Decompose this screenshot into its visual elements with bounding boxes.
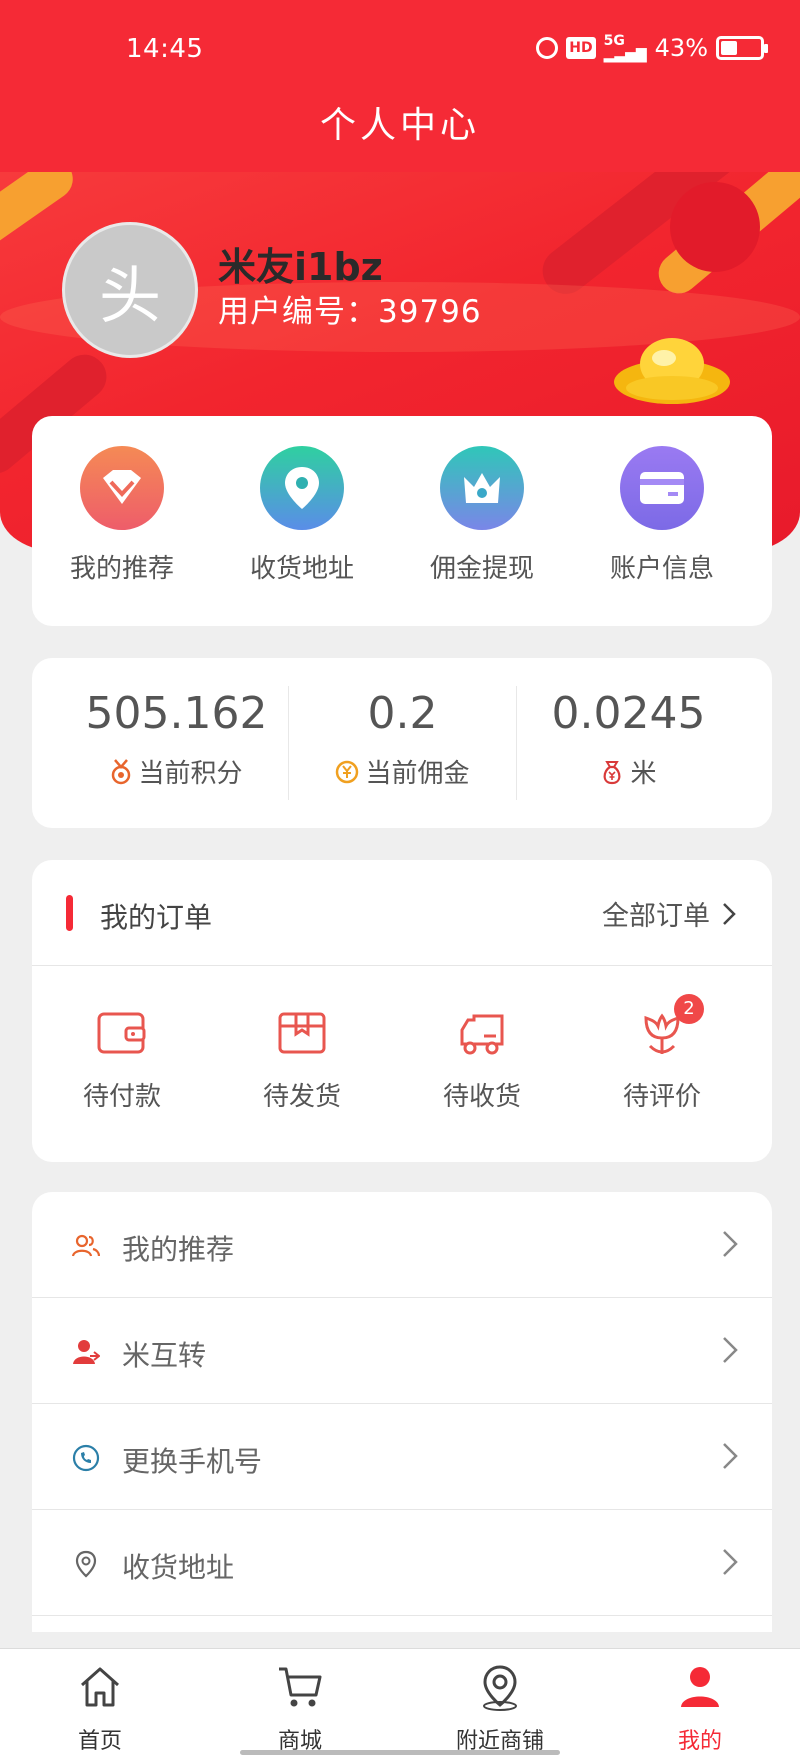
stat-value: 0.2: [367, 688, 438, 739]
menu-item-rice-transfer[interactable]: 米互转: [32, 1298, 772, 1404]
stats-card: 505.162 当前积分 0.2 当前佣金 0.0245 米: [32, 658, 772, 828]
menu-label: 收货地址: [122, 1551, 235, 1584]
package-icon: [276, 1010, 328, 1058]
banner-stripe: [0, 172, 81, 253]
divider: [288, 686, 289, 800]
battery-fill: [721, 41, 737, 55]
orders-card: 我的订单 全部订单 待付款 待发货 待收货 2 待评价: [32, 860, 772, 1162]
crown-icon: [440, 446, 524, 530]
chevron-right-icon: [723, 1231, 738, 1257]
chevron-right-icon: [723, 1337, 738, 1363]
menu-label: 更换手机号: [122, 1445, 263, 1478]
avatar[interactable]: 头: [62, 222, 198, 358]
quick-action-label: 佣金提现: [429, 554, 534, 584]
stat-label-row: 当前佣金: [290, 753, 515, 790]
menu-item-recommend[interactable]: 我的推荐: [32, 1192, 772, 1298]
money-bag-icon: [604, 760, 621, 784]
stat-value: 505.162: [85, 688, 268, 739]
menu-item-address[interactable]: 收货地址: [32, 1510, 772, 1616]
view-all-orders-link[interactable]: 全部订单: [602, 894, 736, 933]
home-indicator: [240, 1750, 560, 1755]
order-pending-payment[interactable]: 待付款: [32, 1010, 212, 1113]
tab-mall[interactable]: 商城: [200, 1663, 400, 1755]
gold-ingot-icon: [614, 338, 730, 404]
chevron-right-icon: [723, 902, 736, 925]
view-all-label: 全部订单: [602, 901, 710, 932]
order-label: 待收货: [442, 1082, 521, 1112]
section-accent-bar: [66, 895, 73, 931]
order-pending-shipment[interactable]: 待发货: [212, 1010, 392, 1113]
tab-mine[interactable]: 我的: [600, 1663, 800, 1755]
profile-icon: [681, 1667, 719, 1707]
bottom-tab-bar: 首页 商城 附近商铺 我的: [0, 1648, 800, 1760]
settings-menu: 我的推荐 米互转 更换手机号 收货地址: [32, 1192, 772, 1632]
user-name: 米友i1bz: [218, 245, 383, 289]
top-bar: 14:45 HD 5G ▂▃▅▇ 43% 个人中心: [0, 0, 800, 172]
wallet-icon: [96, 1010, 148, 1058]
card-icon: [620, 446, 704, 530]
page-title: 个人中心: [319, 105, 480, 146]
signal-icon: 5G ▂▃▅▇: [603, 33, 647, 63]
orders-title: 我的订单: [100, 901, 213, 934]
truck-icon: [456, 1010, 508, 1058]
stat-label: 米: [630, 759, 657, 789]
location-pin-icon: [260, 446, 344, 530]
order-label: 待付款: [82, 1082, 161, 1112]
cart-icon: [279, 1667, 322, 1707]
users-icon: [72, 1234, 100, 1257]
nearby-pin-icon: [483, 1665, 517, 1711]
phone-icon: [72, 1444, 100, 1472]
stat-value: 0.0245: [551, 688, 706, 739]
status-icons: HD 5G ▂▃▅▇ 43%: [536, 33, 768, 63]
quick-action-recommend[interactable]: 我的推荐: [32, 446, 212, 585]
flower-icon: 2: [636, 994, 704, 1058]
stat-rice[interactable]: 0.0245 米: [516, 658, 741, 828]
battery-icon: [716, 36, 768, 60]
network-type: 5G: [603, 33, 625, 49]
diamond-icon: [80, 446, 164, 530]
status-time: 14:45: [126, 34, 204, 64]
quick-action-label: 收货地址: [249, 554, 354, 584]
tab-nearby[interactable]: 附近商铺: [400, 1663, 600, 1755]
chevron-right-icon: [723, 1443, 738, 1469]
tab-label: 我的: [677, 1729, 722, 1754]
stat-label-row: 米: [516, 753, 741, 790]
yen-coin-icon: [336, 760, 359, 783]
user-id: 用户编号：39796: [218, 294, 482, 330]
quick-actions-card: 我的推荐 收货地址 佣金提现 账户信息: [32, 416, 772, 626]
avatar-text: 头: [98, 259, 161, 332]
quick-action-label: 账户信息: [609, 554, 714, 584]
stat-label: 当前佣金: [365, 759, 470, 789]
order-label: 待评价: [622, 1082, 701, 1112]
menu-item-change-phone[interactable]: 更换手机号: [32, 1404, 772, 1510]
stat-points[interactable]: 505.162 当前积分: [64, 658, 289, 828]
quick-action-account[interactable]: 账户信息: [572, 446, 752, 585]
alarm-icon: [536, 37, 559, 59]
hd-icon: HD: [566, 37, 596, 59]
home-icon: [81, 1667, 119, 1707]
orders-header: 我的订单 全部订单: [32, 860, 772, 966]
review-count-badge: 2: [674, 994, 704, 1024]
chevron-right-icon: [723, 1549, 738, 1575]
menu-label: 米互转: [122, 1339, 207, 1372]
quick-action-address[interactable]: 收货地址: [212, 446, 392, 585]
tab-label: 首页: [77, 1729, 122, 1754]
quick-action-withdraw[interactable]: 佣金提现: [392, 446, 572, 585]
user-transfer-icon: [73, 1340, 100, 1364]
battery-text: 43%: [654, 34, 708, 62]
banner-circle: [670, 182, 760, 272]
quick-action-label: 我的推荐: [69, 554, 174, 584]
order-label: 待发货: [262, 1082, 341, 1112]
map-pin-icon: [75, 1550, 97, 1578]
tab-home[interactable]: 首页: [0, 1663, 200, 1755]
menu-label: 我的推荐: [122, 1233, 235, 1266]
order-pending-review[interactable]: 2 待评价: [572, 994, 752, 1113]
order-pending-receipt[interactable]: 待收货: [392, 1010, 572, 1113]
medal-icon: [112, 758, 131, 784]
stat-label: 当前积分: [138, 759, 243, 789]
stat-label-row: 当前积分: [64, 753, 289, 790]
stat-commission[interactable]: 0.2 当前佣金: [290, 658, 515, 828]
